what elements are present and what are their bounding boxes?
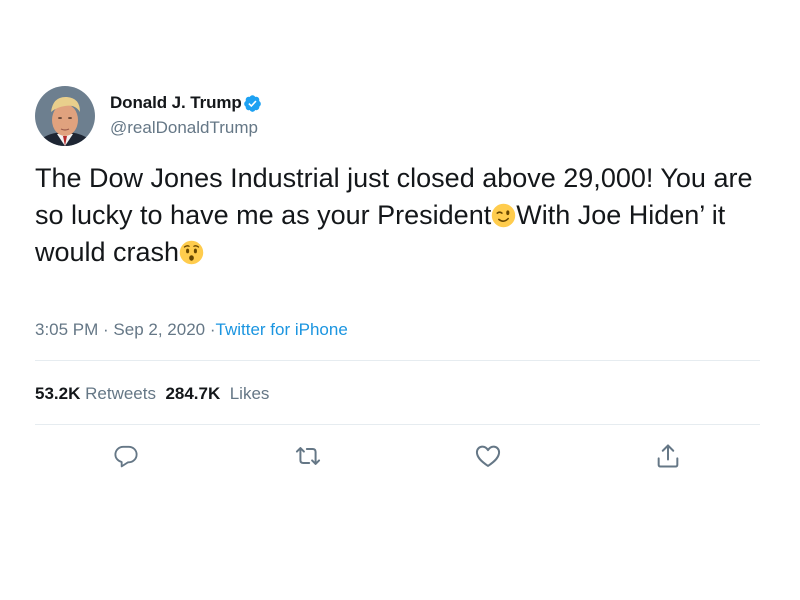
- wink-emoji: [491, 203, 516, 228]
- tweet-meta: 3:05 PM · Sep 2, 2020 ·Twitter for iPhon…: [35, 320, 348, 340]
- heart-icon: [474, 442, 502, 475]
- tweet-card: Donald J. Trump @realDonaldTrump The Dow…: [0, 0, 800, 600]
- likes-label: Likes: [229, 384, 270, 403]
- meta-separator: ·: [98, 320, 114, 339]
- retweet-icon: [294, 442, 322, 475]
- verified-badge-icon: [243, 94, 262, 113]
- retweets-label: Retweets: [85, 384, 156, 403]
- share-button[interactable]: [652, 442, 684, 474]
- tweet-stats: 53.2K Retweets 284.7K Likes: [35, 384, 269, 404]
- share-icon: [654, 442, 682, 475]
- tweet-date[interactable]: Sep 2, 2020: [113, 320, 205, 339]
- likes-stat[interactable]: 284.7K Likes: [165, 384, 269, 403]
- divider-top: [35, 360, 760, 361]
- hushed-face-emoji: [179, 240, 204, 265]
- avatar[interactable]: [35, 86, 95, 146]
- retweets-stat[interactable]: 53.2K Retweets: [35, 384, 156, 403]
- likes-count: 284.7K: [165, 384, 221, 403]
- handle[interactable]: @realDonaldTrump: [110, 118, 258, 138]
- retweets-count: 53.2K: [35, 384, 81, 403]
- author-name-row[interactable]: Donald J. Trump: [110, 93, 262, 113]
- tweet-text: The Dow Jones Industrial just closed abo…: [35, 160, 775, 271]
- tweet-source-link[interactable]: Twitter for iPhone: [216, 320, 348, 339]
- action-bar: [0, 442, 800, 474]
- like-button[interactable]: [472, 442, 504, 474]
- tweet-time[interactable]: 3:05 PM: [35, 320, 98, 339]
- divider-bottom: [35, 424, 760, 425]
- reply-button[interactable]: [110, 442, 142, 474]
- meta-separator-2: ·: [205, 320, 216, 339]
- reply-icon: [113, 443, 139, 474]
- display-name[interactable]: Donald J. Trump: [110, 93, 242, 113]
- retweet-button[interactable]: [292, 442, 324, 474]
